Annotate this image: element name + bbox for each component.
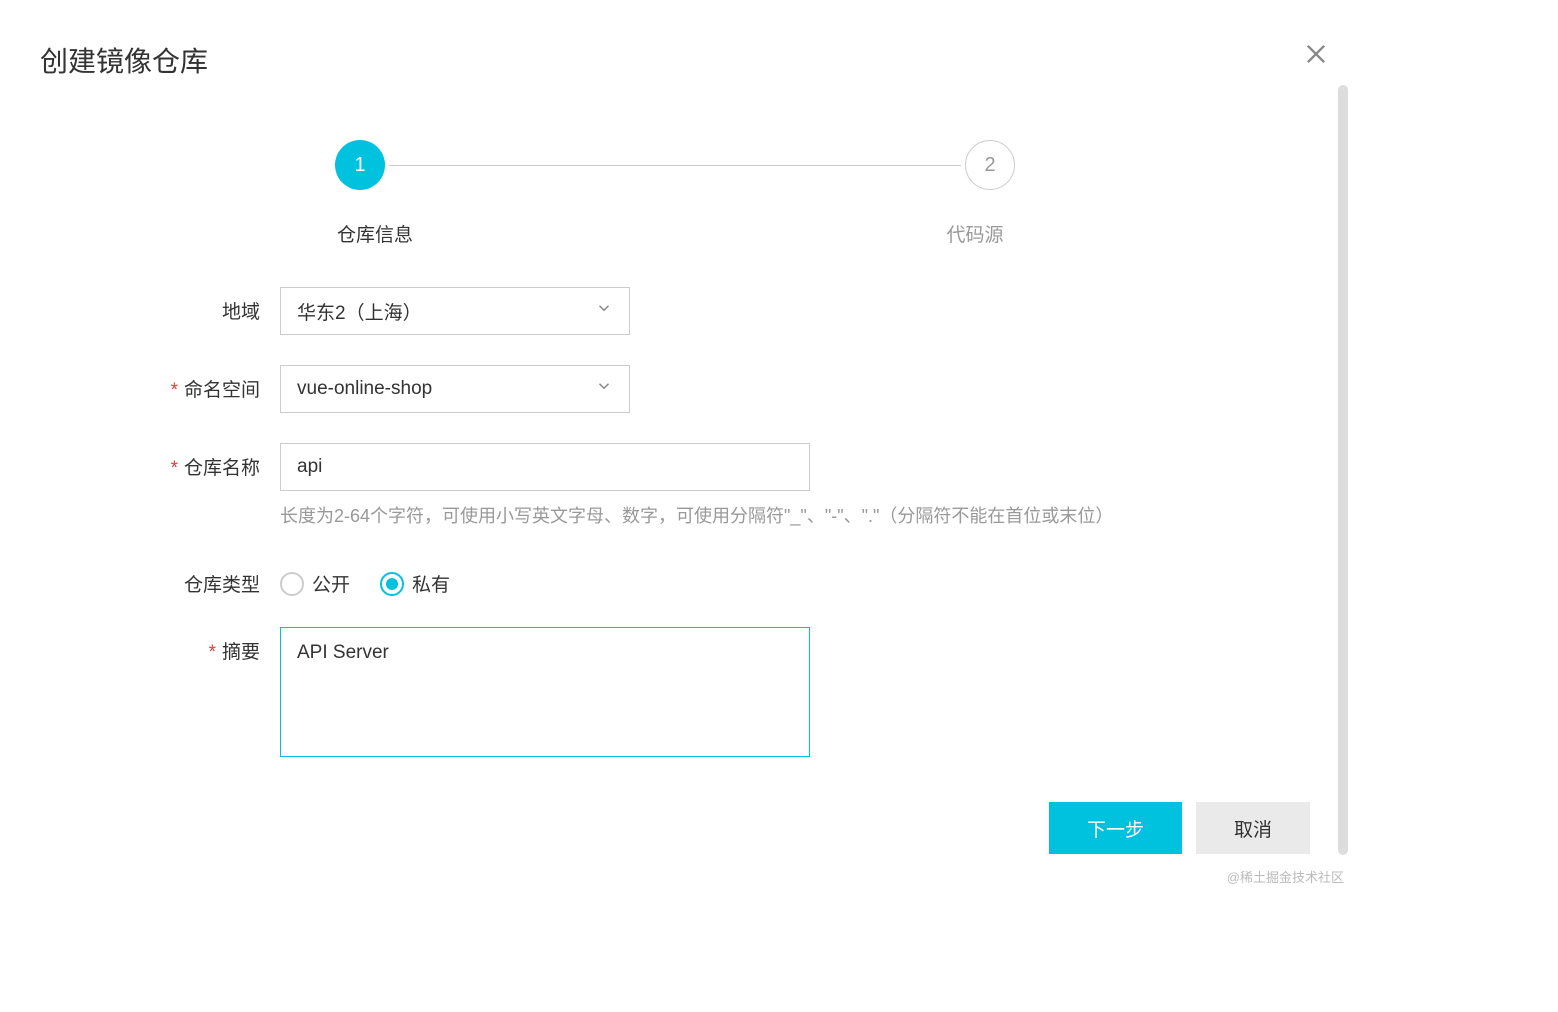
repo-type-private-label: 私有 [412,570,450,597]
step-connector [389,165,961,166]
repo-type-private-radio[interactable]: 私有 [380,570,450,597]
modal-title: 创建镜像仓库 [40,40,1310,80]
repo-type-public-label: 公开 [312,570,350,597]
region-value: 华东2（上海） [297,298,422,325]
stepper: 1 2 [335,140,1015,190]
namespace-value: vue-online-shop [297,378,432,400]
region-label: 地域 [140,287,280,324]
scrollbar[interactable] [1338,85,1348,855]
step-1-circle: 1 [335,140,385,190]
radio-checked-icon [380,572,404,596]
region-select[interactable]: 华东2（上海） [280,287,630,335]
namespace-label: *命名空间 [140,365,280,402]
required-marker: * [171,458,178,479]
repo-name-row: *仓库名称 长度为2-64个字符，可使用小写英文字母、数字，可使用分隔符"_"、… [140,443,1310,530]
next-button[interactable]: 下一步 [1049,802,1182,854]
region-row: 地域 华东2（上海） [140,287,1310,335]
watermark: @稀土掘金技术社区 [1227,867,1344,886]
step-2-label: 代码源 [935,220,1015,247]
summary-textarea[interactable] [280,627,810,757]
step-2: 2 [965,140,1015,190]
repo-type-public-radio[interactable]: 公开 [280,570,350,597]
repo-type-row: 仓库类型 公开 私有 [140,560,1310,597]
radio-icon [280,572,304,596]
cancel-button[interactable]: 取消 [1196,802,1310,854]
namespace-select[interactable]: vue-online-shop [280,365,630,413]
repo-type-label: 仓库类型 [140,560,280,597]
chevron-down-icon [595,299,613,323]
repo-name-label: *仓库名称 [140,443,280,480]
summary-row: *摘要 [140,627,1310,762]
chevron-down-icon [595,377,613,401]
form: 地域 华东2（上海） *命名空间 vue-online-shop [140,287,1310,762]
repo-name-input[interactable] [280,443,810,491]
step-2-circle: 2 [965,140,1015,190]
required-marker: * [209,642,216,663]
modal-footer: 下一步 取消 [40,792,1310,864]
repo-name-help: 长度为2-64个字符，可使用小写英文字母、数字，可使用分隔符"_"、"-"、".… [280,503,1140,530]
namespace-row: *命名空间 vue-online-shop [140,365,1310,413]
close-icon [1302,40,1330,68]
step-1: 1 [335,140,385,190]
step-1-label: 仓库信息 [335,220,415,247]
repo-type-radio-group: 公开 私有 [280,560,1310,597]
create-repo-modal: 创建镜像仓库 1 2 仓库信息 代码源 地域 华东2（上海） [0,0,1350,864]
step-labels: 仓库信息 代码源 [335,220,1015,247]
summary-label: *摘要 [140,627,280,664]
required-marker: * [171,380,178,401]
close-button[interactable] [1302,40,1330,73]
